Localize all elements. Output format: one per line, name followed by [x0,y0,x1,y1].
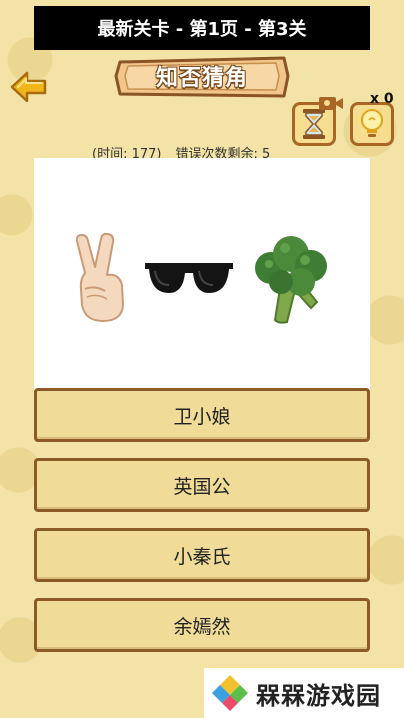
broccoli-icon [255,236,327,324]
answer-option-3[interactable]: 小秦氏 [34,528,370,582]
video-camera-icon [319,97,343,110]
victory-hand-icon [75,233,124,322]
hourglass-icon [303,109,325,139]
emoji-puzzle-card [34,158,370,390]
lightbulb-icon [361,109,383,137]
hint-count: x 0 [370,91,394,107]
answer-option-4[interactable]: 余嫣然 [34,598,370,652]
level-title: 最新关卡 - 第1页 - 第3关 [97,19,307,40]
level-title-bar: 最新关卡 - 第1页 - 第3关 [34,6,370,50]
lightbulb-hint-button[interactable] [350,102,394,146]
sunglasses-icon [145,263,233,293]
answer-option-label: 余嫣然 [173,615,231,638]
site-logo-icon [212,675,248,711]
answer-option-label: 英国公 [173,475,231,498]
answer-option-1[interactable]: 卫小娘 [34,388,370,442]
watermark: 槑槑游戏园 [204,668,404,718]
answer-option-label: 卫小娘 [173,405,231,428]
emoji-row [34,228,370,328]
back-button[interactable] [10,70,48,104]
game-title-banner: 知否猜角 [114,52,290,100]
back-arrow-icon [10,71,47,103]
answer-option-2[interactable]: 英国公 [34,458,370,512]
watermark-text: 槑槑游戏园 [256,681,381,710]
game-title: 知否猜角 [155,66,248,91]
answer-option-label: 小秦氏 [173,545,231,568]
